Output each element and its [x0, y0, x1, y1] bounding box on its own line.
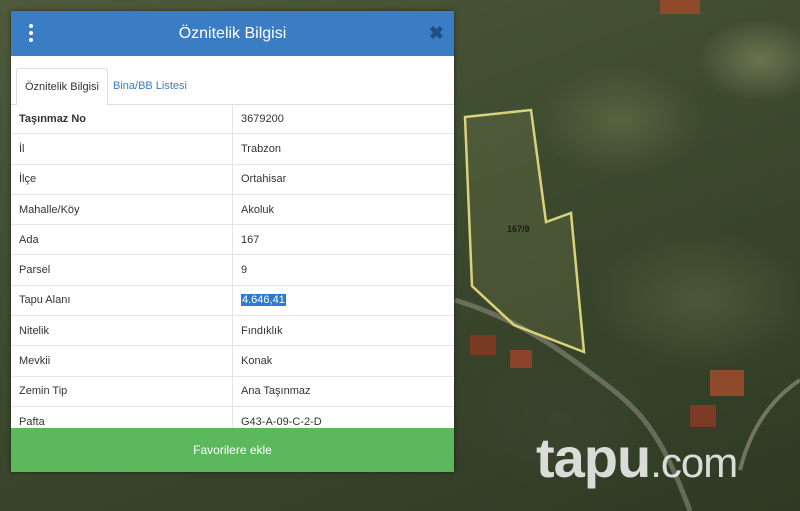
house-roof [510, 350, 532, 368]
attribute-value: Akoluk [232, 194, 454, 226]
attribute-table: Taşınmaz No 3679200 İl Trabzon İlçe Orta… [11, 104, 454, 438]
attribute-value: Fındıklık [232, 315, 454, 347]
attribute-value: 9 [232, 254, 454, 286]
table-row: Parsel 9 [11, 254, 454, 286]
tab-building-list[interactable]: Bina/BB Listesi [105, 68, 195, 104]
table-row: İl Trabzon [11, 133, 454, 165]
table-row: Taşınmaz No 3679200 [11, 104, 454, 135]
attribute-key: Nitelik [11, 315, 233, 347]
watermark-main: tapu [536, 426, 651, 489]
selected-text[interactable]: 4.646,41 [241, 294, 286, 307]
watermark-suffix: .com [650, 439, 738, 486]
table-row: Zemin Tip Ana Taşınmaz [11, 376, 454, 407]
house-roof [660, 0, 700, 14]
attribute-panel: Öznitelik Bilgisi ✖ Öznitelik Bilgisi Bi… [11, 11, 454, 472]
attribute-value: Konak [232, 345, 454, 377]
panel-title: Öznitelik Bilgisi [178, 25, 287, 42]
attribute-value: 3679200 [232, 104, 454, 135]
attribute-value: Ortahisar [232, 164, 454, 195]
road-branch [738, 378, 800, 471]
attribute-value: 167 [232, 224, 454, 256]
table-row: Nitelik Fındıklık [11, 315, 454, 347]
table-row: Tapu Alanı 4.646,41 [11, 285, 454, 317]
add-to-favorites-button[interactable]: Favorilere ekle [11, 428, 454, 472]
attribute-value: Trabzon [232, 133, 454, 165]
table-row: İlçe Ortahisar [11, 164, 454, 195]
attribute-value: Ana Taşınmaz [232, 376, 454, 407]
table-row: Mahalle/Köy Akoluk [11, 194, 454, 226]
attribute-key: Parsel [11, 254, 233, 286]
house-roof [470, 335, 496, 355]
tab-bar: Öznitelik Bilgisi Bina/BB Listesi [11, 56, 454, 106]
close-icon[interactable]: ✖ [429, 22, 444, 44]
parcel-label: 167/9 [507, 224, 530, 234]
attribute-key: Taşınmaz No [11, 104, 233, 135]
watermark-logo: tapu.com [536, 430, 738, 486]
attribute-key: İlçe [11, 164, 233, 195]
house-roof [710, 370, 744, 396]
table-row: Ada 167 [11, 224, 454, 256]
house-roof [690, 405, 716, 427]
attribute-key: İl [11, 133, 233, 165]
attribute-key: Tapu Alanı [11, 285, 233, 317]
attribute-key: Mahalle/Köy [11, 194, 233, 226]
panel-header: Öznitelik Bilgisi ✖ [11, 11, 454, 56]
table-row: Mevkii Konak [11, 345, 454, 377]
tab-attribute-info[interactable]: Öznitelik Bilgisi [16, 68, 108, 106]
attribute-key: Zemin Tip [11, 376, 233, 407]
attribute-key: Mevkii [11, 345, 233, 377]
attribute-value: 4.646,41 [232, 285, 454, 317]
attribute-key: Ada [11, 224, 233, 256]
